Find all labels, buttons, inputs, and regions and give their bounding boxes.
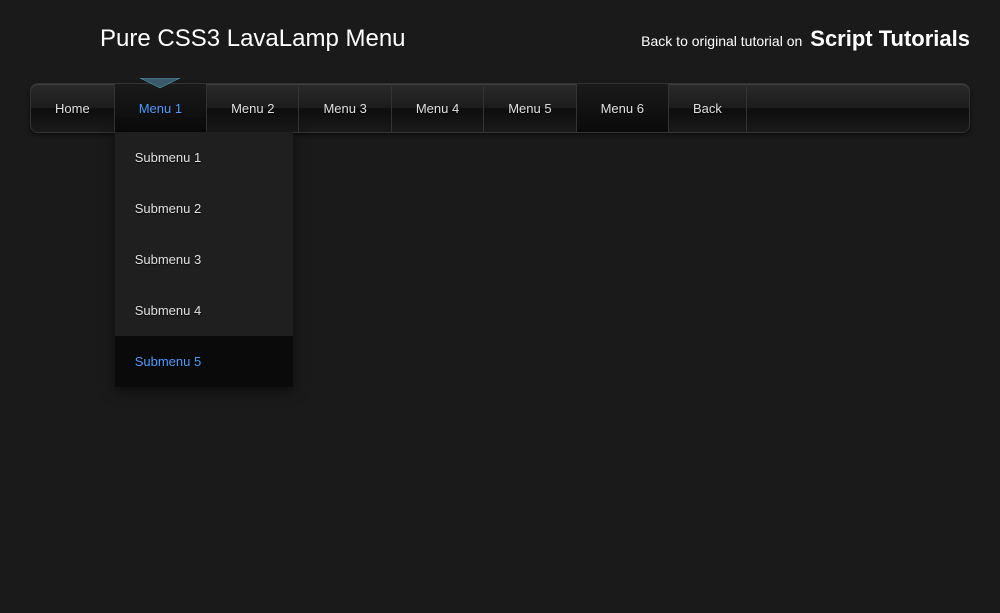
submenu-item-label: Submenu 4 bbox=[135, 303, 202, 318]
nav-item-label: Menu 4 bbox=[416, 101, 459, 116]
back-link-brand: Script Tutorials bbox=[810, 26, 970, 52]
nav-item-menu5[interactable]: Menu 5 bbox=[484, 84, 576, 132]
page-header: Pure CSS3 LavaLamp Menu Back to original… bbox=[0, 0, 1000, 83]
nav-item-label: Home bbox=[55, 101, 90, 116]
nav-item-label: Back bbox=[693, 101, 722, 116]
nav-item-label: Menu 2 bbox=[231, 101, 274, 116]
nav-item-home[interactable]: Home bbox=[31, 84, 115, 132]
submenu-item-label: Submenu 2 bbox=[135, 201, 202, 216]
nav-item-label: Menu 6 bbox=[601, 101, 644, 116]
submenu-dropdown: Submenu 1 Submenu 2 Submenu 3 Submenu 4 … bbox=[115, 132, 293, 387]
submenu-item-label: Submenu 5 bbox=[135, 354, 202, 369]
submenu-item-1[interactable]: Submenu 1 bbox=[115, 132, 293, 183]
nav-item-menu3[interactable]: Menu 3 bbox=[299, 84, 391, 132]
nav-item-menu4[interactable]: Menu 4 bbox=[392, 84, 484, 132]
page-title: Pure CSS3 LavaLamp Menu bbox=[100, 25, 406, 53]
submenu-item-2[interactable]: Submenu 2 bbox=[115, 183, 293, 234]
back-link-prefix: Back to original tutorial on bbox=[641, 33, 802, 49]
main-nav: Home Menu 1 Submenu 1 Submenu 2 Submenu … bbox=[30, 83, 970, 133]
nav-item-back[interactable]: Back bbox=[669, 84, 747, 132]
submenu-item-label: Submenu 1 bbox=[135, 150, 202, 165]
submenu-item-label: Submenu 3 bbox=[135, 252, 202, 267]
nav-item-label: Menu 3 bbox=[323, 101, 366, 116]
nav-item-menu1[interactable]: Menu 1 Submenu 1 Submenu 2 Submenu 3 Sub… bbox=[115, 84, 207, 132]
submenu-item-4[interactable]: Submenu 4 bbox=[115, 285, 293, 336]
submenu-item-3[interactable]: Submenu 3 bbox=[115, 234, 293, 285]
nav-item-label: Menu 1 bbox=[139, 101, 182, 116]
submenu-item-5[interactable]: Submenu 5 bbox=[115, 336, 293, 387]
nav-item-menu2[interactable]: Menu 2 bbox=[207, 84, 299, 132]
back-link[interactable]: Back to original tutorial on Script Tuto… bbox=[641, 26, 970, 52]
nav-item-menu6[interactable]: Menu 6 bbox=[577, 84, 669, 132]
nav-item-label: Menu 5 bbox=[508, 101, 551, 116]
